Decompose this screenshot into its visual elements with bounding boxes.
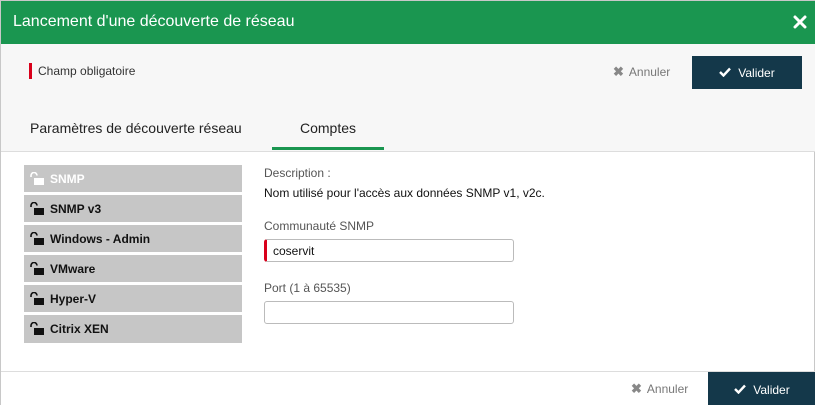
discovery-dialog: Lancement d'une découverte de réseau Cha… bbox=[0, 0, 815, 405]
required-marker bbox=[29, 63, 32, 79]
unlock-icon bbox=[29, 201, 45, 216]
check-icon bbox=[734, 383, 747, 397]
cancel-button-label: Annuler bbox=[646, 382, 689, 396]
dialog-header: Lancement d'une découverte de réseau bbox=[1, 1, 815, 44]
unlock-icon bbox=[29, 171, 45, 186]
validate-button-top[interactable]: Valider bbox=[692, 56, 802, 89]
account-item-label: Windows - Admin bbox=[50, 231, 151, 246]
cancel-button-bottom[interactable]: ✖ Annuler bbox=[631, 381, 688, 397]
unlock-icon bbox=[29, 261, 45, 276]
unlock-icon bbox=[29, 291, 45, 306]
validate-button-bottom[interactable]: Valider bbox=[708, 372, 815, 405]
account-item-label: SNMP bbox=[50, 171, 85, 186]
snmp-community-input[interactable] bbox=[264, 239, 514, 262]
account-item-snmp[interactable]: SNMP bbox=[24, 165, 242, 192]
close-icon: ✖ bbox=[631, 381, 642, 396]
bottom-action-bar: ✖ Annuler Valider bbox=[1, 371, 815, 405]
validate-button-label: Valider bbox=[738, 65, 775, 80]
account-item-hyper-v[interactable]: Hyper-V bbox=[24, 285, 242, 312]
port-input[interactable] bbox=[264, 301, 514, 324]
required-field-label: Champ obligatoire bbox=[38, 64, 136, 78]
tab-accounts[interactable]: Comptes bbox=[300, 120, 356, 136]
cancel-button-top[interactable]: ✖ Annuler bbox=[613, 64, 670, 80]
account-item-vmware[interactable]: VMware bbox=[24, 255, 242, 282]
snmp-community-label: Communauté SNMP bbox=[264, 219, 375, 233]
account-item-label: Hyper-V bbox=[50, 291, 97, 306]
check-icon bbox=[719, 66, 732, 80]
account-item-label: VMware bbox=[50, 261, 96, 276]
account-item-windows-admin[interactable]: Windows - Admin bbox=[24, 225, 242, 252]
dialog-title: Lancement d'une découverte de réseau bbox=[13, 13, 295, 30]
description-text: Nom utilisé pour l'accès aux données SNM… bbox=[264, 186, 545, 200]
unlock-icon bbox=[29, 231, 45, 246]
description-label: Description : bbox=[264, 166, 331, 180]
cancel-button-label: Annuler bbox=[628, 65, 671, 79]
port-label: Port (1 à 65535) bbox=[264, 281, 351, 295]
account-item-label: Citrix XEN bbox=[50, 322, 109, 336]
tab-bar: Paramètres de découverte réseau Comptes bbox=[1, 102, 815, 152]
validate-button-label: Valider bbox=[753, 382, 790, 397]
top-action-bar: Champ obligatoire ✖ Annuler Valider bbox=[1, 44, 815, 102]
close-icon[interactable] bbox=[793, 15, 807, 29]
account-list: SNMP SNMP v3 Windows - Admin VMware Hype… bbox=[24, 165, 242, 343]
tab-discovery-settings[interactable]: Paramètres de découverte réseau bbox=[30, 120, 242, 136]
unlock-icon bbox=[29, 321, 45, 336]
account-item-label: SNMP v3 bbox=[50, 201, 102, 216]
account-item-citrix-xen[interactable]: Citrix XEN bbox=[24, 315, 242, 343]
account-item-snmp-v3[interactable]: SNMP v3 bbox=[24, 195, 242, 222]
required-field-legend: Champ obligatoire bbox=[29, 63, 135, 79]
close-icon: ✖ bbox=[613, 64, 624, 79]
active-tab-indicator bbox=[272, 147, 384, 150]
